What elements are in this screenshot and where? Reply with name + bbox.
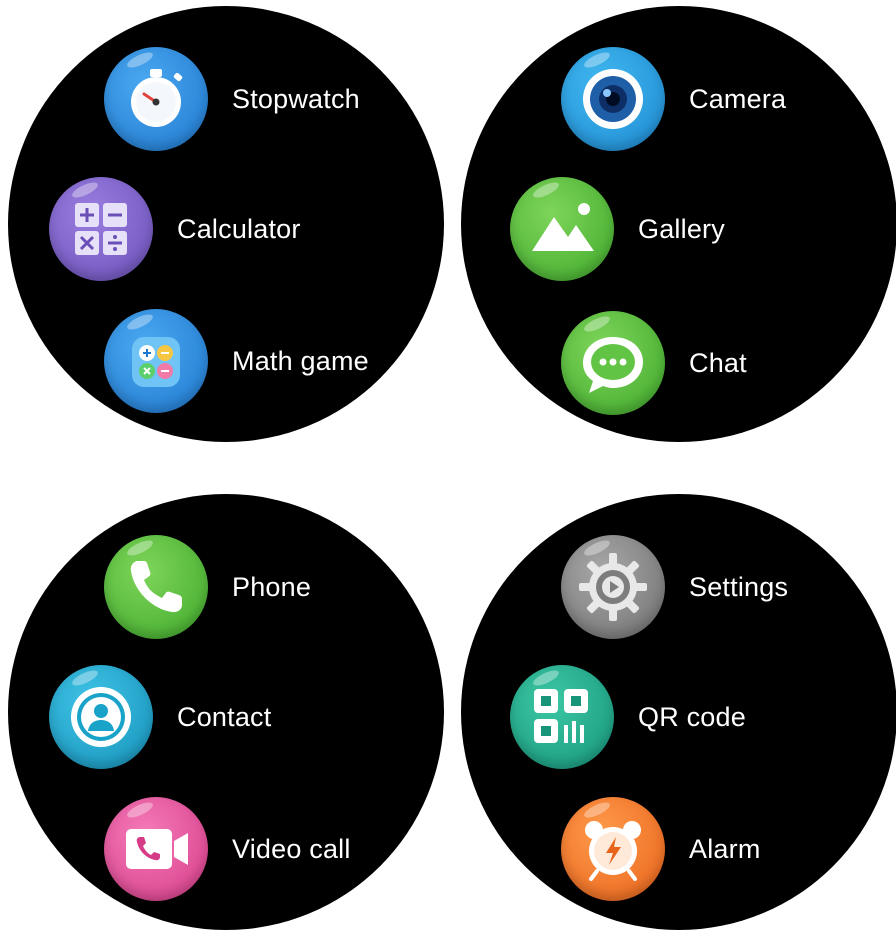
chat-icon: [561, 311, 665, 415]
watch-face-3: Phone Contact Video call: [8, 494, 444, 930]
app-video-call[interactable]: Video call: [104, 797, 351, 901]
alarm-icon: [561, 797, 665, 901]
video-call-icon: [104, 797, 208, 901]
app-qr-code[interactable]: QR code: [510, 665, 746, 769]
app-label-video-call: Video call: [232, 833, 351, 864]
app-contact[interactable]: Contact: [49, 665, 271, 769]
app-label-math-game: Math game: [232, 345, 369, 376]
app-phone[interactable]: Phone: [104, 535, 311, 639]
app-label-camera: Camera: [689, 83, 787, 114]
app-label-stopwatch: Stopwatch: [232, 83, 360, 114]
stopwatch-icon: [104, 47, 208, 151]
app-label-settings: Settings: [689, 571, 789, 602]
camera-icon: [561, 47, 665, 151]
app-gallery[interactable]: Gallery: [510, 177, 725, 281]
app-label-calculator: Calculator: [177, 213, 301, 244]
gallery-icon: [510, 177, 614, 281]
app-label-chat: Chat: [689, 347, 747, 378]
contact-icon: [49, 665, 153, 769]
app-calculator[interactable]: Calculator: [49, 177, 301, 281]
qr-code-icon: [510, 665, 614, 769]
app-alarm[interactable]: Alarm: [561, 797, 761, 901]
app-label-alarm: Alarm: [689, 833, 761, 864]
phone-icon: [104, 535, 208, 639]
math-game-icon: [104, 309, 208, 413]
app-camera[interactable]: Camera: [561, 47, 786, 151]
watch-face-2: Camera Gallery Chat: [461, 6, 896, 442]
app-label-gallery: Gallery: [638, 213, 725, 244]
watch-face-4: Settings QR code Alarm: [461, 494, 896, 930]
app-label-qr-code: QR code: [638, 701, 746, 732]
app-settings[interactable]: Settings: [561, 535, 788, 639]
app-math-game[interactable]: Math game: [104, 309, 369, 413]
app-label-phone: Phone: [232, 571, 312, 602]
watch-face-1: Stopwatch Calculator Math game: [8, 6, 444, 442]
app-label-contact: Contact: [177, 701, 272, 732]
app-chat[interactable]: Chat: [561, 311, 747, 415]
app-stopwatch[interactable]: Stopwatch: [104, 47, 360, 151]
calculator-icon: [49, 177, 153, 281]
settings-icon: [561, 535, 665, 639]
